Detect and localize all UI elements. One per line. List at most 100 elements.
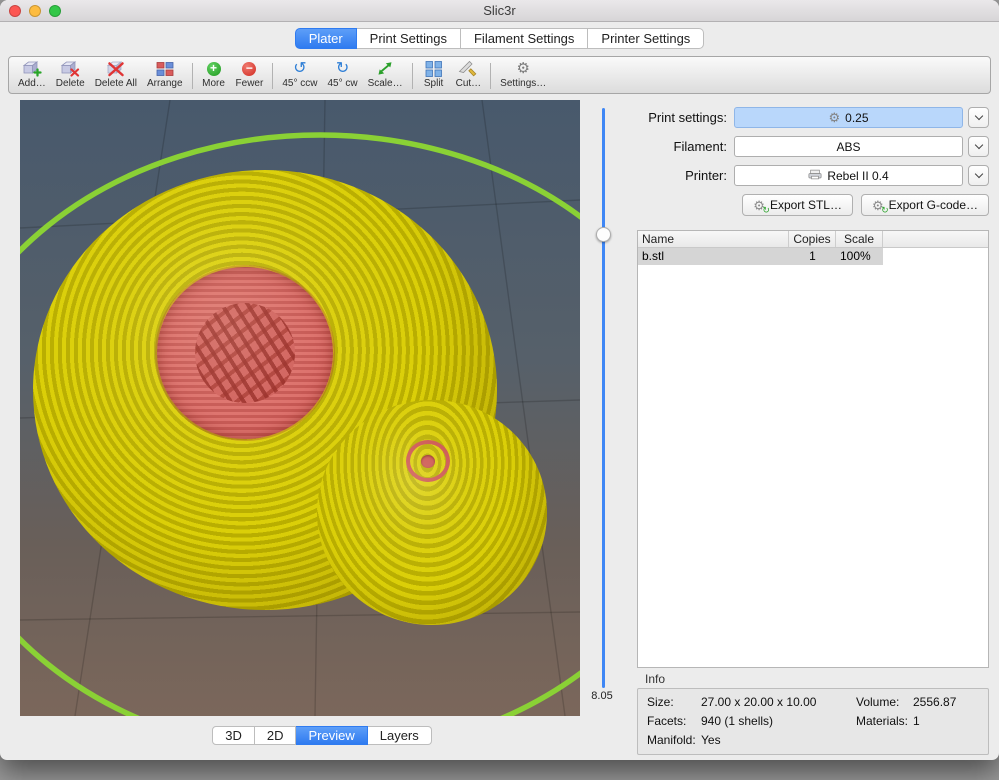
filament-dropdown-button[interactable] — [968, 136, 989, 157]
tab-print-settings[interactable]: Print Settings — [357, 28, 461, 49]
export-gcode-button[interactable]: ⚙↻ Export G-code… — [861, 194, 989, 216]
fullscreen-button[interactable] — [49, 5, 61, 17]
tab-printer-settings[interactable]: Printer Settings — [588, 28, 704, 49]
filament-label: Filament: — [637, 139, 734, 154]
printer-label: Printer: — [637, 168, 734, 183]
toolbar-arrange-button[interactable]: Arrange — [142, 59, 188, 92]
print-settings-value: 0.25 — [845, 111, 868, 125]
window-title: Slic3r — [0, 0, 999, 21]
view-tab-bar: 3D 2D Preview Layers — [42, 726, 602, 745]
filament-combobox[interactable]: ABS — [734, 136, 963, 157]
materials-value: 1 — [913, 712, 988, 731]
green-arrow-icon: ↻ — [762, 206, 770, 215]
view-tab-preview[interactable]: Preview — [296, 726, 367, 745]
chevron-down-icon — [974, 112, 982, 120]
toolbar-split-button[interactable]: Split — [417, 59, 451, 92]
gear-icon: ⚙ — [828, 111, 840, 124]
tab-plater[interactable]: Plater — [295, 28, 357, 49]
materials-label: Materials: — [856, 712, 913, 731]
info-row-size: Size: 27.00 x 20.00 x 10.00 Volume: 2556… — [638, 693, 988, 712]
toolbar-fewer-button[interactable]: − Fewer — [231, 59, 269, 92]
size-value: 27.00 x 20.00 x 10.00 — [701, 693, 856, 712]
toolbar-add-label: Add… — [18, 78, 46, 89]
3d-viewport[interactable] — [20, 100, 580, 716]
model-small-dome[interactable] — [317, 400, 547, 625]
layer-slider-value: 8.05 — [584, 690, 620, 702]
gear-icon: ⚙ — [517, 60, 530, 77]
manifold-label: Manifold: — [638, 731, 701, 750]
facets-value: 940 (1 shells) — [701, 712, 856, 731]
layer-slider-thumb[interactable] — [596, 227, 611, 242]
printer-combobox[interactable]: Rebel II 0.4 — [734, 165, 963, 186]
close-button[interactable] — [9, 5, 21, 17]
toolbar-arrange-label: Arrange — [147, 78, 183, 89]
toolbar-rotate-cw-label: 45° cw — [327, 78, 357, 89]
export-stl-label: Export STL… — [770, 198, 842, 212]
toolbar-more-button[interactable]: + More — [197, 59, 231, 92]
rotate-cw-icon: ↻ — [336, 60, 349, 77]
toolbar-scale-button[interactable]: Scale… — [363, 59, 408, 92]
column-header-name[interactable]: Name — [638, 231, 789, 247]
cell-name: b.stl — [638, 248, 789, 265]
toolbar-cut-button[interactable]: Cut… — [451, 59, 487, 92]
toolbar-rotate-ccw-button[interactable]: ↺ 45° ccw — [277, 59, 322, 92]
printer-row: Printer: Rebel II 0.4 — [637, 165, 989, 186]
view-tab-2d[interactable]: 2D — [255, 726, 297, 745]
main-tab-bar: Plater Print Settings Filament Settings … — [0, 28, 999, 49]
info-row-facets: Facets: 940 (1 shells) Materials: 1 — [638, 712, 988, 731]
toolbar-add-button[interactable]: Add… — [13, 59, 51, 92]
column-header-copies[interactable]: Copies — [789, 231, 836, 247]
toolbar-settings-button[interactable]: ⚙ Settings… — [495, 59, 551, 92]
layer-slider-track[interactable] — [602, 108, 605, 688]
toolbar-delete-all-label: Delete All — [95, 78, 137, 89]
tab-filament-settings[interactable]: Filament Settings — [461, 28, 588, 49]
layer-slider[interactable] — [596, 108, 611, 688]
size-label: Size: — [638, 693, 701, 712]
slic3r-window: Slic3r Plater Print Settings Filament Se… — [0, 0, 999, 760]
minimize-button[interactable] — [29, 5, 41, 17]
volume-value: 2556.87 — [913, 693, 988, 712]
green-arrow-icon: ↻ — [881, 206, 889, 215]
printer-value: Rebel II 0.4 — [827, 169, 888, 183]
filament-row: Filament: ABS — [637, 136, 989, 157]
settings-panel: Print settings: ⚙ 0.25 Filament: ABS Pri… — [637, 100, 989, 755]
export-gear-icon: ⚙↻ — [753, 199, 765, 212]
view-tab-layers[interactable]: Layers — [368, 726, 432, 745]
toolbar: Add… Delete — [8, 56, 991, 94]
printer-dropdown-button[interactable] — [968, 165, 989, 186]
column-header-filler — [883, 231, 988, 247]
print-settings-row: Print settings: ⚙ 0.25 — [637, 107, 989, 128]
toolbar-delete-button[interactable]: Delete — [51, 59, 90, 92]
toolbar-delete-all-button[interactable]: Delete All — [90, 59, 142, 92]
toolbar-more-label: More — [202, 78, 225, 89]
toolbar-fewer-label: Fewer — [236, 78, 264, 89]
print-settings-dropdown-button[interactable] — [968, 107, 989, 128]
small-dome-shading — [317, 400, 547, 625]
facets-label: Facets: — [638, 712, 701, 731]
printer-icon — [808, 169, 822, 183]
knife-icon — [458, 60, 478, 77]
table-row[interactable]: b.stl 1 100% — [638, 248, 988, 265]
toolbar-rotate-cw-button[interactable]: ↻ 45° cw — [322, 59, 362, 92]
column-header-scale[interactable]: Scale — [836, 231, 883, 247]
info-section-title: Info — [645, 672, 989, 686]
object-list: Name Copies Scale b.stl 1 100% — [637, 230, 989, 668]
object-list-header: Name Copies Scale — [638, 231, 988, 248]
cell-copies: 1 — [789, 248, 836, 265]
titlebar: Slic3r — [0, 0, 999, 22]
toolbar-scale-label: Scale… — [368, 78, 403, 89]
toolbar-cut-label: Cut… — [456, 78, 482, 89]
add-box-icon — [22, 60, 42, 77]
toolbar-delete-label: Delete — [56, 78, 85, 89]
chevron-down-icon — [974, 141, 982, 149]
view-tab-3d[interactable]: 3D — [212, 726, 255, 745]
delete-all-icon — [106, 60, 126, 77]
cell-scale: 100% — [836, 248, 883, 265]
scale-arrows-icon — [375, 60, 395, 77]
filament-value: ABS — [836, 140, 860, 154]
export-stl-button[interactable]: ⚙↻ Export STL… — [742, 194, 853, 216]
print-settings-combobox[interactable]: ⚙ 0.25 — [734, 107, 963, 128]
export-buttons: ⚙↻ Export STL… ⚙↻ Export G-code… — [637, 194, 989, 216]
toolbar-separator — [490, 63, 491, 89]
info-box: Size: 27.00 x 20.00 x 10.00 Volume: 2556… — [637, 688, 989, 755]
